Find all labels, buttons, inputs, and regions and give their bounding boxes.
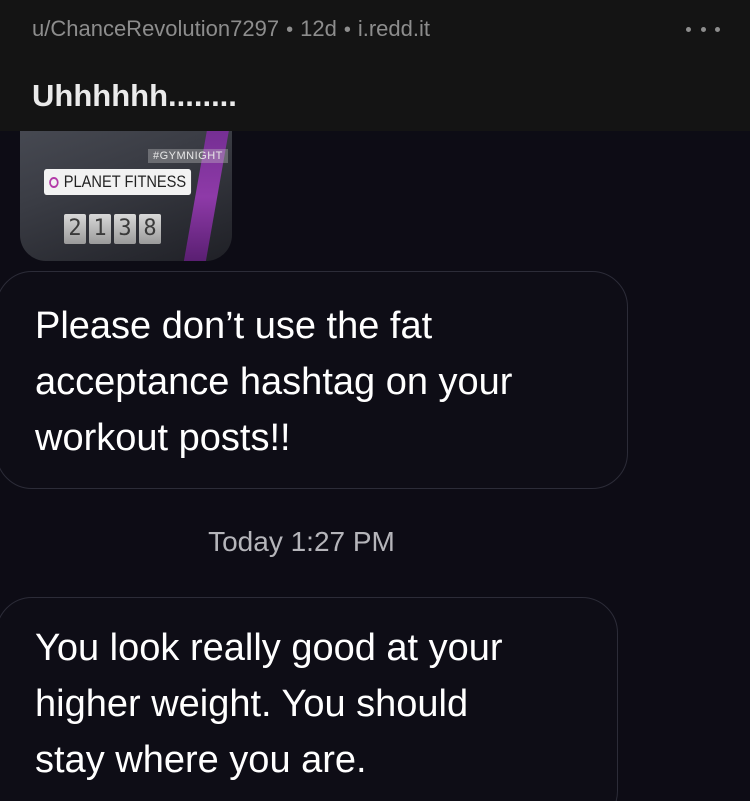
location-sticker: PLANET FITNESS <box>44 169 192 195</box>
time-digit: 1 <box>89 214 111 244</box>
hashtag-sticker: #GYMNIGHT <box>148 149 228 163</box>
pin-icon <box>49 176 59 188</box>
meta-separator: • <box>286 19 294 41</box>
post-image[interactable]: #GYMNIGHT PLANET FITNESS 2 1 3 8 Please … <box>0 131 750 801</box>
more-options-button[interactable] <box>686 17 720 41</box>
post-domain-link[interactable]: i.redd.it <box>358 16 430 41</box>
post-title[interactable]: Uhhhhhh........ <box>32 76 237 116</box>
message-text: You look really good at your higher weig… <box>35 627 503 781</box>
message-bubble[interactable]: Please don’t use the fat acceptance hash… <box>0 271 628 489</box>
meta-separator: • <box>343 19 351 41</box>
post-meta: u/ChanceRevolution7297 • 12d • i.redd.it <box>32 14 430 44</box>
message-timestamp: Today 1:27 PM <box>208 526 395 557</box>
time-digit: 8 <box>139 214 161 244</box>
location-label: PLANET FITNESS <box>63 172 187 191</box>
ellipsis-icon <box>715 26 720 32</box>
message-bubble[interactable]: You look really good at your higher weig… <box>0 597 618 801</box>
story-reply-thumbnail[interactable]: #GYMNIGHT PLANET FITNESS 2 1 3 8 <box>20 131 232 261</box>
ellipsis-icon <box>700 26 706 32</box>
post-author-link[interactable]: u/ChanceRevolution7297 <box>32 16 279 41</box>
post-age: 12d <box>300 16 337 41</box>
time-digit: 2 <box>64 214 86 244</box>
time-digit: 3 <box>114 214 136 244</box>
message-text: Please don’t use the fat acceptance hash… <box>35 305 513 459</box>
post-header: u/ChanceRevolution7297 • 12d • i.redd.it Uhh… <box>0 0 750 131</box>
ellipsis-icon <box>686 26 691 32</box>
time-sticker: 2 1 3 8 <box>64 214 161 244</box>
